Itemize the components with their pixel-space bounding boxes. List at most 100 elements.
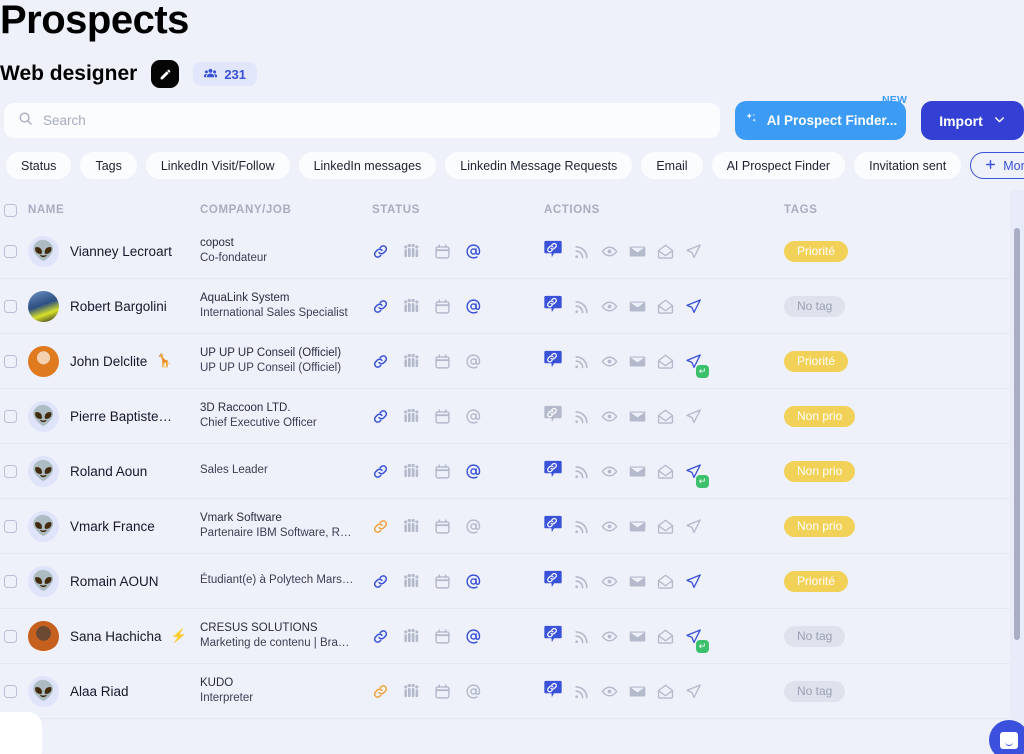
- rss-icon[interactable]: [573, 463, 590, 480]
- table-row[interactable]: John Delclite 🦒 UP UP UP Conseil (Offici…: [0, 334, 1024, 389]
- link-icon[interactable]: [372, 353, 389, 370]
- edit-list-button[interactable]: [151, 60, 180, 88]
- group-icon[interactable]: [403, 298, 420, 315]
- rss-icon[interactable]: [573, 573, 590, 590]
- at-icon[interactable]: [465, 408, 482, 425]
- link-badge-icon[interactable]: [544, 624, 562, 649]
- mail-closed-icon[interactable]: [629, 243, 646, 260]
- eye-icon[interactable]: [601, 243, 618, 260]
- filter-chip-invitation-sent[interactable]: Invitation sent: [854, 152, 962, 179]
- prospect-name[interactable]: Roland Aoun: [70, 464, 147, 479]
- rss-icon[interactable]: [573, 298, 590, 315]
- filter-chip-linkedin-visit-follow[interactable]: LinkedIn Visit/Follow: [145, 152, 290, 179]
- status-badge[interactable]: Non prio: [784, 460, 856, 482]
- calendar-icon[interactable]: [434, 628, 451, 645]
- eye-icon[interactable]: [601, 683, 618, 700]
- link-icon[interactable]: [372, 573, 389, 590]
- mail-closed-icon[interactable]: [629, 298, 646, 315]
- row-checkbox[interactable]: [4, 519, 17, 533]
- link-icon[interactable]: [372, 298, 389, 315]
- table-row[interactable]: 👽 Roland Aoun Sales Leader ↵ Non prio: [0, 444, 1024, 499]
- at-icon[interactable]: [465, 573, 482, 590]
- at-icon[interactable]: [465, 628, 482, 645]
- prospect-name[interactable]: Vianney Lecroart: [70, 244, 172, 259]
- import-button[interactable]: Import: [921, 101, 1024, 140]
- mail-closed-icon[interactable]: [629, 518, 646, 535]
- table-row[interactable]: Robert Bargolini AquaLink System Interna…: [0, 279, 1024, 334]
- group-icon[interactable]: [403, 353, 420, 370]
- at-icon[interactable]: [465, 683, 482, 700]
- mail-closed-icon[interactable]: [629, 628, 646, 645]
- send-action[interactable]: ↵: [685, 628, 709, 653]
- rss-icon[interactable]: [573, 243, 590, 260]
- link-badge-icon[interactable]: [544, 404, 562, 429]
- row-checkbox[interactable]: [4, 629, 17, 643]
- filter-chip-tags[interactable]: Tags: [80, 152, 137, 179]
- eye-icon[interactable]: [601, 408, 618, 425]
- at-icon[interactable]: [465, 518, 482, 535]
- mail-open-icon[interactable]: [657, 243, 674, 260]
- rss-icon[interactable]: [573, 353, 590, 370]
- link-badge-icon[interactable]: [544, 349, 562, 374]
- group-icon[interactable]: [403, 463, 420, 480]
- send-icon[interactable]: [685, 573, 702, 590]
- link-badge-icon[interactable]: [544, 459, 562, 484]
- filter-chip-email[interactable]: Email: [641, 152, 703, 179]
- prospect-name[interactable]: Vmark France: [70, 519, 155, 534]
- table-row[interactable]: 👽 Vmark France Vmark Software Partenaire…: [0, 499, 1024, 554]
- status-badge[interactable]: No tag: [784, 295, 846, 317]
- send-icon[interactable]: [685, 298, 702, 315]
- send-action[interactable]: ↵: [685, 463, 709, 488]
- prospect-name[interactable]: Alaa Riad: [70, 684, 129, 699]
- send-icon[interactable]: [685, 683, 702, 700]
- at-icon[interactable]: [465, 463, 482, 480]
- status-badge[interactable]: No tag: [784, 625, 846, 647]
- row-checkbox[interactable]: [4, 354, 17, 368]
- table-row[interactable]: 👽 Romain AOUN Étudiant(e) à Polytech Mar…: [0, 554, 1024, 609]
- mail-closed-icon[interactable]: [629, 353, 646, 370]
- link-icon[interactable]: [372, 518, 389, 535]
- calendar-icon[interactable]: [434, 573, 451, 590]
- table-row[interactable]: Sana Hachicha ⚡ CRESUS SOLUTIONS Marketi…: [0, 609, 1024, 664]
- link-icon[interactable]: [372, 683, 389, 700]
- eye-icon[interactable]: [601, 298, 618, 315]
- ai-prospect-finder-button[interactable]: AI Prospect Finder...: [735, 101, 906, 140]
- prospect-name[interactable]: John Delclite: [70, 354, 147, 369]
- link-icon[interactable]: [372, 243, 389, 260]
- group-icon[interactable]: [403, 243, 420, 260]
- prospect-name[interactable]: Pierre Baptiste…: [70, 409, 172, 424]
- rss-icon[interactable]: [573, 628, 590, 645]
- at-icon[interactable]: [465, 353, 482, 370]
- eye-icon[interactable]: [601, 573, 618, 590]
- row-checkbox[interactable]: [4, 299, 17, 313]
- calendar-icon[interactable]: [434, 463, 451, 480]
- mail-closed-icon[interactable]: [629, 463, 646, 480]
- at-icon[interactable]: [465, 243, 482, 260]
- search-bar[interactable]: [4, 103, 720, 138]
- row-checkbox[interactable]: [4, 574, 17, 588]
- send-action[interactable]: ↵: [685, 353, 709, 378]
- table-row[interactable]: 👽 Vianney Lecroart copost Co-fondateur P…: [0, 224, 1024, 279]
- link-badge-icon[interactable]: [544, 679, 562, 704]
- mail-open-icon[interactable]: [657, 408, 674, 425]
- link-badge-icon[interactable]: [544, 294, 562, 319]
- row-checkbox[interactable]: [4, 409, 17, 423]
- rss-icon[interactable]: [573, 683, 590, 700]
- group-icon[interactable]: [403, 518, 420, 535]
- prospect-name[interactable]: Romain AOUN: [70, 574, 159, 589]
- prospect-name[interactable]: Robert Bargolini: [70, 299, 167, 314]
- calendar-icon[interactable]: [434, 353, 451, 370]
- table-row[interactable]: 👽 Alaa Riad KUDO Interpreter No tag: [0, 664, 1024, 719]
- rss-icon[interactable]: [573, 408, 590, 425]
- eye-icon[interactable]: [601, 628, 618, 645]
- send-icon[interactable]: [685, 518, 702, 535]
- mail-open-icon[interactable]: [657, 518, 674, 535]
- group-icon[interactable]: [403, 628, 420, 645]
- mail-open-icon[interactable]: [657, 463, 674, 480]
- prospect-name[interactable]: Sana Hachicha: [70, 629, 162, 644]
- mail-open-icon[interactable]: [657, 628, 674, 645]
- link-icon[interactable]: [372, 408, 389, 425]
- group-icon[interactable]: [403, 408, 420, 425]
- scrollbar-thumb[interactable]: [1014, 228, 1020, 640]
- mail-open-icon[interactable]: [657, 573, 674, 590]
